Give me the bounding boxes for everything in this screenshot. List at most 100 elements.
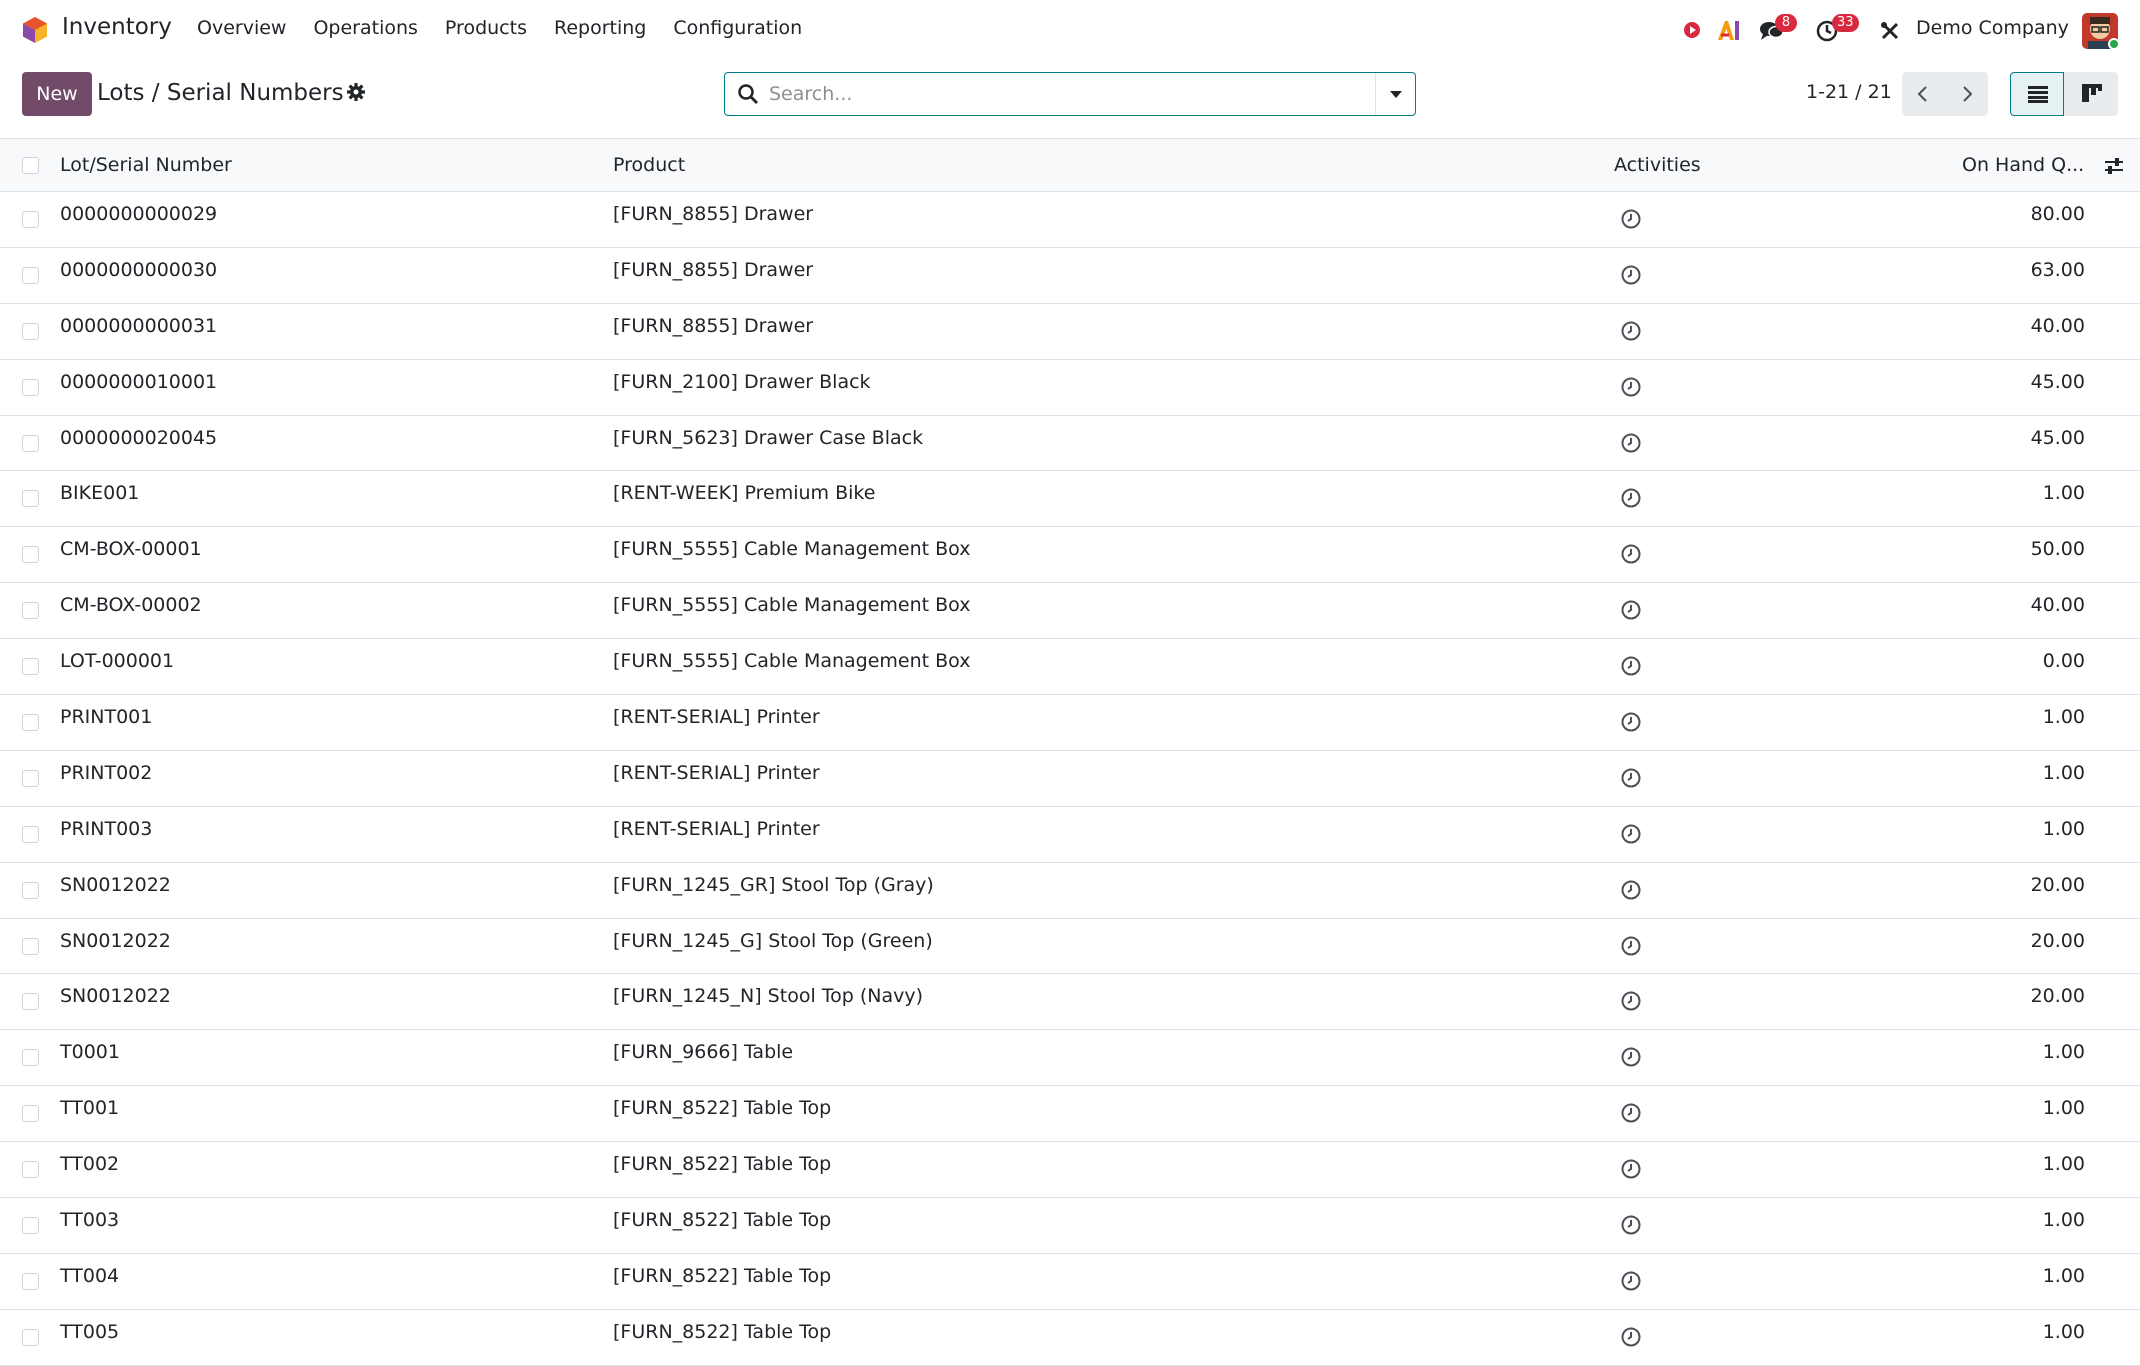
- table-row[interactable]: SN0012022 [FURN_1245_N] Stool Top (Navy) 2…: [0, 974, 2140, 1031]
- menu-products[interactable]: Products: [445, 17, 527, 39]
- lot-serial-cell: TT004: [60, 1264, 120, 1287]
- activity-clock-icon[interactable]: [1620, 1326, 1642, 1348]
- lot-serial-cell: PRINT003: [60, 817, 153, 840]
- activity-clock-icon[interactable]: [1620, 264, 1642, 286]
- row-checkbox[interactable]: [22, 602, 39, 620]
- table-row[interactable]: SN0012022 [FURN_1245_G] Stool Top (Green)…: [0, 919, 2140, 975]
- pager-value[interactable]: 1-21 / 21: [1806, 81, 1892, 103]
- activity-clock-icon[interactable]: [1620, 655, 1642, 677]
- activity-clock-icon[interactable]: [1620, 543, 1642, 565]
- pager-previous-button[interactable]: [1902, 72, 1945, 116]
- column-header-activities[interactable]: Activities: [1614, 154, 1701, 176]
- row-checkbox[interactable]: [22, 937, 39, 955]
- app-name[interactable]: Inventory: [62, 14, 172, 40]
- row-checkbox[interactable]: [22, 266, 39, 284]
- inventory-app-icon[interactable]: [22, 16, 48, 44]
- row-checkbox[interactable]: [22, 378, 39, 396]
- table-row[interactable]: 0000000010001 [FURN_2100] Drawer Black 45.…: [0, 360, 2140, 416]
- company-switcher[interactable]: Demo Company: [1916, 17, 2069, 39]
- record-icon[interactable]: [1683, 21, 1701, 39]
- pager-next-button[interactable]: [1945, 72, 1988, 116]
- page-title: Lots / Serial Numbers: [97, 80, 344, 106]
- menu-operations[interactable]: Operations: [313, 17, 417, 39]
- activity-clock-icon[interactable]: [1620, 1214, 1642, 1236]
- search-input[interactable]: [769, 79, 1349, 109]
- tools-icon[interactable]: [1880, 21, 1900, 41]
- table-row[interactable]: SN0012022 [FURN_1245_GR] Stool Top (Gray)…: [0, 863, 2140, 919]
- kanban-view-button[interactable]: [2064, 72, 2118, 116]
- table-row[interactable]: CM-BOX-00002 [FURN_5555] Cable Management…: [0, 583, 2140, 640]
- row-checkbox[interactable]: [22, 993, 39, 1011]
- row-checkbox[interactable]: [22, 490, 39, 508]
- optional-columns-icon[interactable]: [2104, 156, 2124, 176]
- row-checkbox[interactable]: [22, 714, 39, 732]
- row-checkbox[interactable]: [22, 1217, 39, 1235]
- table-row[interactable]: PRINT003 [RENT-SERIAL] Printer 1.00: [0, 807, 2140, 863]
- on-hand-quantity-cell: 20.00: [2030, 929, 2085, 952]
- activity-clock-icon[interactable]: [1620, 767, 1642, 789]
- search-options-toggle[interactable]: [1375, 73, 1415, 115]
- row-checkbox[interactable]: [22, 1328, 39, 1346]
- row-checkbox[interactable]: [22, 546, 39, 564]
- product-cell: [FURN_5623] Drawer Case Black: [613, 426, 924, 449]
- new-button[interactable]: New: [22, 72, 92, 116]
- list-view-button[interactable]: [2010, 72, 2064, 116]
- on-hand-quantity-cell: 1.00: [2042, 706, 2085, 729]
- table-row[interactable]: CM-BOX-00001 [FURN_5555] Cable Management…: [0, 527, 2140, 584]
- activity-clock-icon[interactable]: [1620, 376, 1642, 398]
- row-checkbox[interactable]: [22, 434, 39, 452]
- activity-clock-icon[interactable]: [1620, 711, 1642, 733]
- product-cell: [FURN_5555] Cable Management Box: [613, 594, 971, 617]
- table-row[interactable]: T0001 [FURN_9666] Table 1.00: [0, 1030, 2140, 1087]
- ai-icon[interactable]: [1717, 19, 1741, 41]
- menu-overview[interactable]: Overview: [197, 17, 286, 39]
- on-hand-quantity-cell: 20.00: [2030, 873, 2085, 896]
- table-row[interactable]: BIKE001 [RENT-WEEK] Premium Bike 1.00: [0, 471, 2140, 528]
- table-row[interactable]: 0000000000030 [FURN_8855] Drawer 63.00: [0, 248, 2140, 304]
- menu-configuration[interactable]: Configuration: [673, 17, 802, 39]
- menu-reporting[interactable]: Reporting: [554, 17, 646, 39]
- table-row[interactable]: PRINT002 [RENT-SERIAL] Printer 1.00: [0, 751, 2140, 807]
- row-checkbox[interactable]: [22, 1272, 39, 1290]
- activity-clock-icon[interactable]: [1620, 990, 1642, 1012]
- activity-clock-icon[interactable]: [1620, 879, 1642, 901]
- row-checkbox[interactable]: [22, 825, 39, 843]
- activity-clock-icon[interactable]: [1620, 935, 1642, 957]
- caret-down-icon: [1390, 91, 1402, 98]
- gear-icon[interactable]: [346, 82, 366, 102]
- table-row[interactable]: TT004 [FURN_8522] Table Top 1.00: [0, 1254, 2140, 1310]
- row-checkbox[interactable]: [22, 1161, 39, 1179]
- table-row[interactable]: 0000000020045 [FURN_5623] Drawer Case Bla…: [0, 416, 2140, 472]
- activity-clock-icon[interactable]: [1620, 1046, 1642, 1068]
- activity-clock-icon[interactable]: [1620, 208, 1642, 230]
- table-row[interactable]: TT003 [FURN_8522] Table Top 1.00: [0, 1198, 2140, 1254]
- column-header-on-hand[interactable]: On Hand Q...: [1962, 154, 2084, 176]
- table-row[interactable]: LOT-000001 [FURN_5555] Cable Management B…: [0, 639, 2140, 696]
- activity-clock-icon[interactable]: [1620, 599, 1642, 621]
- column-header-product[interactable]: Product: [613, 154, 685, 176]
- row-checkbox[interactable]: [22, 658, 39, 676]
- lot-serial-cell: CM-BOX-00001: [60, 538, 202, 561]
- select-all-checkbox[interactable]: [22, 157, 39, 174]
- table-row[interactable]: 0000000000031 [FURN_8855] Drawer 40.00: [0, 304, 2140, 360]
- activity-clock-icon[interactable]: [1620, 823, 1642, 845]
- activity-clock-icon[interactable]: [1620, 432, 1642, 454]
- row-checkbox[interactable]: [22, 1049, 39, 1067]
- activity-clock-icon[interactable]: [1620, 320, 1642, 342]
- row-checkbox[interactable]: [22, 1105, 39, 1123]
- activity-clock-icon[interactable]: [1620, 1102, 1642, 1124]
- activity-clock-icon[interactable]: [1620, 1158, 1642, 1180]
- activity-clock-icon[interactable]: [1620, 1270, 1642, 1292]
- table-row[interactable]: 0000000000029 [FURN_8855] Drawer 80.00: [0, 192, 2140, 248]
- table-row[interactable]: TT001 [FURN_8522] Table Top 1.00: [0, 1086, 2140, 1143]
- product-cell: [FURN_1245_N] Stool Top (Navy): [613, 985, 924, 1008]
- table-row[interactable]: TT002 [FURN_8522] Table Top 1.00: [0, 1142, 2140, 1199]
- activity-clock-icon[interactable]: [1620, 487, 1642, 509]
- lot-serial-cell: 0000000020045: [60, 426, 218, 449]
- row-checkbox[interactable]: [22, 211, 39, 228]
- row-checkbox[interactable]: [22, 322, 39, 340]
- table-row[interactable]: PRINT001 [RENT-SERIAL] Printer 1.00: [0, 695, 2140, 751]
- row-checkbox[interactable]: [22, 769, 39, 787]
- column-header-lot[interactable]: Lot/Serial Number: [60, 154, 232, 176]
- row-checkbox[interactable]: [22, 881, 39, 899]
